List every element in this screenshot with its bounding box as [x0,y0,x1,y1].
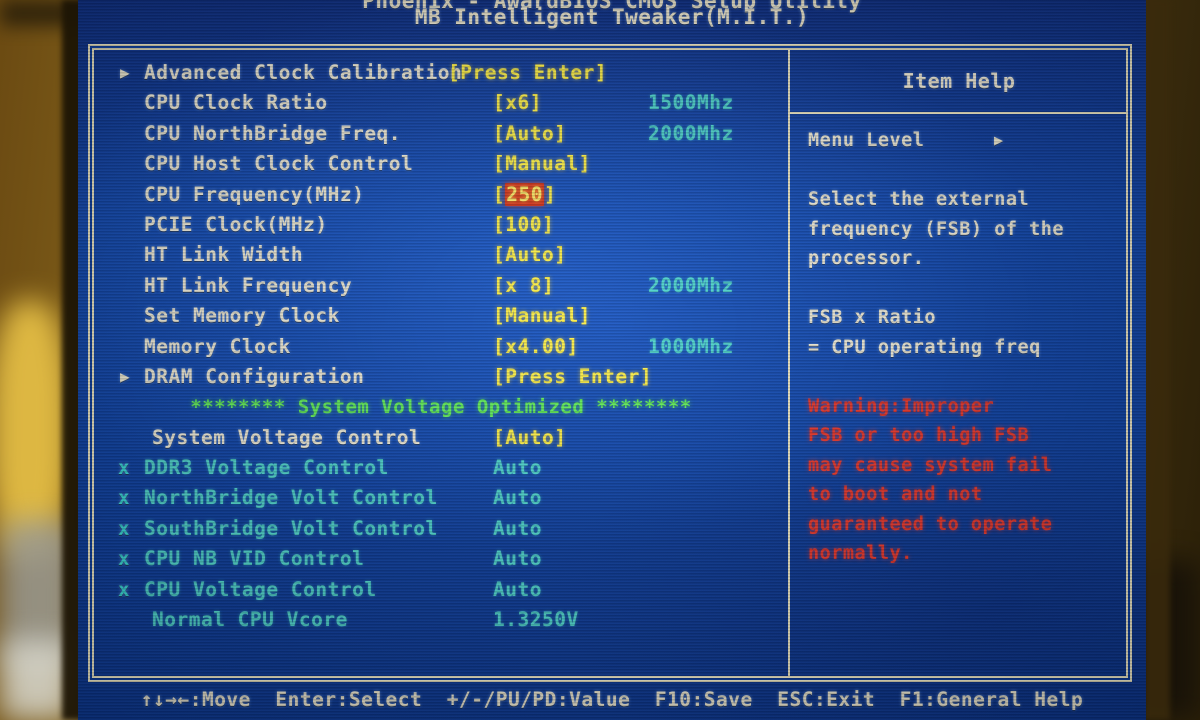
disabled-x-icon: x [118,487,130,510]
menu-row-label: Normal CPU Vcore [152,608,348,632]
menu-row-label: Advanced Clock Calibration [144,61,463,84]
menu-row-value[interactable]: [Press Enter] [448,58,607,88]
keyboard-hint-bar: ↑↓→←:Move Enter:Select +/-/PU/PD:Value F… [140,688,1084,711]
menu-row-dram-configuration[interactable]: ▶ DRAM Configuration [Press Enter] [98,362,784,392]
menu-row-value[interactable]: [Auto] [493,119,566,149]
menu-row-ht-link-frequency[interactable]: HT Link Frequency [x 8] 2000Mhz [98,271,784,301]
menu-row-system-voltage-control[interactable]: System Voltage Control [Auto] [98,423,784,453]
menu-row-value: Auto [493,486,542,510]
help-title-divider [790,112,1128,114]
menu-row-label: PCIE Clock(MHz) [144,212,328,236]
menu-row-value[interactable]: [100] [493,210,554,240]
menu-row-label: DRAM Configuration [144,364,365,388]
menu-row-label: HT Link Width [144,243,304,267]
menu-row-value[interactable]: [Auto] [493,240,566,270]
help-spacer-2 [808,274,1128,304]
menu-level-arrow-icon: ▶ [994,131,1004,149]
menu-row-frequency: 2000Mhz [648,121,734,145]
menu-row-ht-link-width[interactable]: HT Link Width [Auto] [98,240,784,270]
menu-row-cpu-clock-ratio[interactable]: CPU Clock Ratio [x6] 1500Mhz [98,88,784,118]
disabled-x-icon: x [118,578,130,601]
help-spacer-3 [808,362,1128,392]
menu-row-memory-clock[interactable]: Memory Clock [x4.00] 1000Mhz [98,332,784,362]
menu-row-label: DDR3 Voltage Control [144,456,389,480]
help-warning-line: guaranteed to operate [808,513,1053,535]
page-title: MB Intelligent Tweaker(M.I.T.) [414,5,810,29]
help-formula-line: FSB x Ratio [808,307,937,328]
menu-row-cpu-frequency[interactable]: CPU Frequency(MHz) [250] [98,180,784,210]
menu-row-normal-cpu-vcore: Normal CPU Vcore 1.3250V [98,605,784,635]
disabled-x-icon: x [118,548,130,571]
menu-row-ddr3-voltage-control: x DDR3 Voltage Control Auto [98,453,784,483]
help-description-line: processor. [808,248,925,269]
menu-row-set-memory-clock[interactable]: Set Memory Clock [Manual] [98,301,784,331]
menu-row-label: NorthBridge Volt Control [144,486,438,510]
menu-row-cpu-nb-vid-control: x CPU NB VID Control Auto [98,544,784,574]
help-description-line: frequency (FSB) of the [808,218,1065,240]
menu-row-cpu-host-clock-control[interactable]: CPU Host Clock Control [Manual] [98,149,784,179]
menu-row-label: CPU Host Clock Control [144,152,414,176]
help-warning-line: may cause system fail [808,454,1053,476]
monitor-bezel-right [1144,0,1170,720]
submenu-arrow-icon: ▶ [120,366,131,386]
menu-row-value-selected[interactable]: [250] [493,180,556,210]
menu-row-value[interactable]: [x6] [493,88,542,118]
disabled-x-icon: x [118,517,130,540]
panel-divider [788,48,790,678]
item-help-title: Item Help [902,69,1016,93]
disabled-x-icon: x [118,457,130,480]
settings-list: ▶ Advanced Clock Calibration [Press Ente… [98,58,784,670]
menu-row-label: CPU Voltage Control [144,577,377,601]
menu-row-northbridge-volt-control: x NorthBridge Volt Control Auto [98,483,784,513]
menu-row-value: Auto [493,577,542,601]
menu-row-label: CPU NB VID Control [144,547,365,571]
menu-row-southbridge-volt-control: x SouthBridge Volt Control Auto [98,514,784,544]
menu-row-value[interactable]: [Manual] [493,301,591,331]
menu-row-pcie-clock[interactable]: PCIE Clock(MHz) [100] [98,210,784,240]
menu-row-frequency: 1500Mhz [648,91,734,115]
menu-row-value: Auto [493,547,542,571]
item-help-body: Menu Level ▶ Select the external frequen… [808,126,1128,569]
menu-level-row: Menu Level ▶ [808,126,1128,156]
menu-row-value: Auto [493,516,542,540]
menu-row-value[interactable]: [Auto] [493,423,566,453]
help-warning-line: Warning:Improper [808,395,995,417]
menu-row-value: 1.3250V [493,608,579,632]
menu-row-label: System Voltage Control [152,425,422,449]
help-spacer-1 [808,156,1128,186]
menu-level-label: Menu Level [808,130,925,151]
help-formula-line: = CPU operating freq [808,336,1041,358]
submenu-arrow-icon: ▶ [120,63,131,82]
menu-row-cpu-voltage-control: x CPU Voltage Control Auto [98,575,784,605]
menu-row-frequency: 2000Mhz [648,273,734,297]
menu-row-voltage-banner: ******** System Voltage Optimized ******… [98,392,784,422]
menu-row-advanced-clock-calibration[interactable]: ▶ Advanced Clock Calibration [Press Ente… [98,58,784,88]
menu-row-label: Memory Clock [144,334,291,358]
bios-screen: Phoenix - AwardBIOS CMOS Setup Utility M… [78,0,1146,720]
menu-row-label: SouthBridge Volt Control [144,516,438,540]
menu-row-value: Auto [493,456,542,480]
selected-value-highlight[interactable]: 250 [505,182,544,206]
menu-row-label: CPU NorthBridge Freq. [144,121,402,145]
menu-row-value[interactable]: [x 8] [493,271,554,301]
menu-row-label: HT Link Frequency [144,273,353,297]
menu-row-cpu-northbridge-freq[interactable]: CPU NorthBridge Freq. [Auto] 2000Mhz [98,119,784,149]
menu-row-value[interactable]: [Press Enter] [493,362,652,392]
menu-row-label: CPU Frequency(MHz) [144,182,365,206]
help-description-line: Select the external [808,189,1030,210]
menu-row-label: CPU Clock Ratio [144,91,328,115]
menu-row-value[interactable]: [x4.00] [493,332,579,362]
help-warning-line: FSB or too high FSB [808,425,1030,446]
menu-row-frequency: 1000Mhz [648,334,734,358]
voltage-optimized-banner: ******** System Voltage Optimized ******… [190,396,692,419]
help-warning-line: normally. [808,543,913,564]
help-warning-line: to boot and not [808,484,983,505]
menu-row-label: Set Memory Clock [144,304,340,328]
menu-row-value[interactable]: [Manual] [493,149,591,179]
